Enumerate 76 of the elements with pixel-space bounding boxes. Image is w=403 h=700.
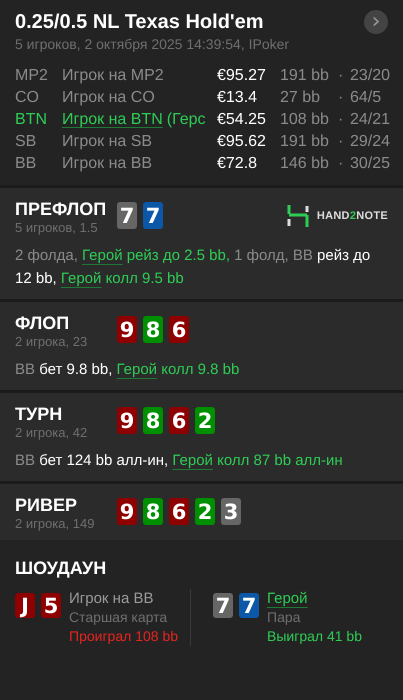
playing-card: 9 [117,498,137,525]
playing-card: 7 [143,202,163,229]
player-position: CO [15,89,40,107]
player-stack-bb: 191 bb [280,133,330,151]
player-stack: €95.62 [217,133,267,151]
player-position: SB [15,133,38,151]
player-stats: 64/5 [350,89,382,107]
player-name: Игрок на MP2 [62,67,164,85]
player-name: Игрок на SB [62,133,152,151]
street-info: 2 игрока, 149 [15,516,96,531]
result-amount: Выиграл 41 bb [267,627,362,646]
player-stack: €13.4 [217,89,258,107]
action-summary: BB бет 124 bb алл-ин, Герой колл 87 bb алл-ин [15,451,344,471]
playing-card: 8 [143,407,163,434]
hero-link[interactable]: Герой [82,247,123,264]
player-position: BB [15,155,38,173]
separator-dot: · [338,89,344,107]
player-stack: €54.25 [217,111,267,129]
playing-card: 3 [221,498,241,525]
street-info: 2 игрока, 23 [15,334,88,349]
hero-link[interactable]: Герой [267,589,308,608]
player-stack-bb: 191 bb [280,67,330,85]
player-name-link[interactable]: Игрок на BTN [62,111,163,129]
playing-card: 6 [169,498,189,525]
result-amount: Проиграл 108 bb [69,627,178,646]
player-position: BTN [15,111,48,129]
playing-card: J [15,593,35,618]
player-name: Игрок на BB [62,155,152,173]
separator-dot: · [338,155,344,173]
street-title: ФЛОП [15,312,70,334]
playing-card: 2 [195,407,215,434]
playing-card: 7 [213,593,233,618]
street-info: 2 игрока, 42 [15,425,88,440]
street-info: 5 игроков, 1.5 [15,220,99,235]
separator-dot: · [338,67,344,85]
hand-info: 5 игроков, 2 октября 2025 14:39:54, IPoker [15,36,290,52]
logo-text: HAND2NOTE [316,210,388,222]
hand-title: 0.25/0.5 NL Texas Hold'em [15,10,264,34]
player-stats: 23/20 [350,67,390,85]
logo-icon [286,204,309,228]
playing-card: 7 [117,202,137,229]
player-stack-bb: 108 bb [280,111,330,129]
playing-card: 8 [143,316,163,343]
hand-rank: Старшая карта [69,608,168,627]
hero-link[interactable]: Герой [172,452,213,469]
player-stats: 24/21 [350,111,390,129]
player-note: (Герс [166,111,206,129]
action-summary: 2 фолда, Герой рейз до 2.5 bb, 1 фолд, BB рейз до 12 bb, Герой колл 9.5 bb [15,246,372,289]
action-summary: BB бет 9.8 bb, Герой колл 9.8 bb [15,360,240,380]
playing-card: 9 [117,407,137,434]
player-stack: €72.8 [217,155,258,173]
playing-card: 8 [143,498,163,525]
separator-dot: · [338,111,344,129]
playing-card: 9 [117,316,137,343]
showdown-title: ШОУДАУН [15,558,108,579]
player-stack-bb: 27 bb [280,89,322,107]
playing-card: 7 [239,593,259,618]
separator-dot: · [338,133,344,151]
hero-link[interactable]: Герой [116,361,158,378]
street-title: ТУРН [15,403,64,425]
player-name: Игрок на CO [62,89,155,107]
player-stack-bb: 146 bb [280,155,330,173]
playing-card: 6 [169,407,189,434]
player-stack: €95.27 [217,67,267,85]
playing-card: 5 [41,593,61,618]
hero-link[interactable]: Герой [60,270,102,287]
playing-card: 2 [195,498,215,525]
next-button[interactable]: › [364,10,388,34]
player-stats: 29/24 [350,133,390,151]
player-position: MP2 [15,67,49,85]
hand-rank: Пара [267,608,302,627]
player-stats: 30/25 [350,155,390,173]
street-title: РИВЕР [15,494,78,516]
playing-card: 6 [169,316,189,343]
player-name: Игрок на BB [69,589,154,608]
street-title: ПРЕФЛОП [15,198,108,220]
